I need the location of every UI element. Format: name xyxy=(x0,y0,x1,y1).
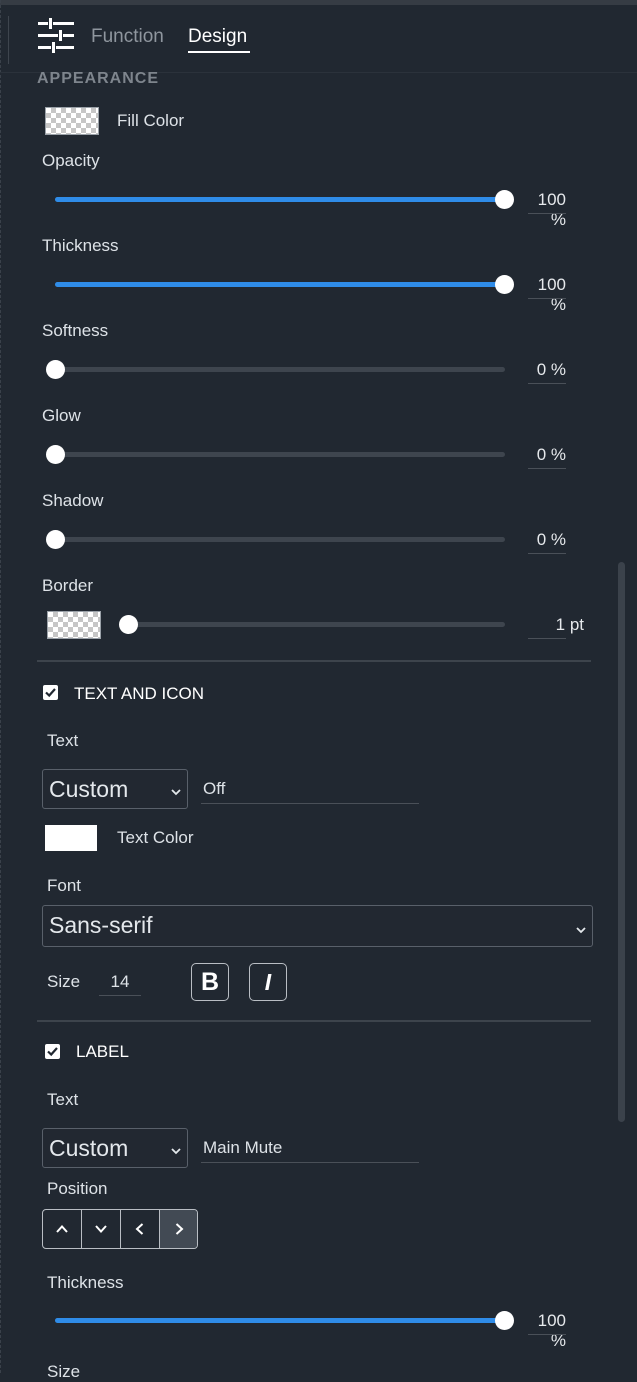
softness-slider[interactable] xyxy=(46,360,505,380)
font-label: Font xyxy=(47,876,82,895)
italic-button[interactable]: I xyxy=(249,963,287,1001)
position-up-button[interactable] xyxy=(43,1210,82,1248)
fill-color-label: Fill Color xyxy=(117,111,185,130)
size-input[interactable]: 14 xyxy=(99,972,141,992)
chevron-down-icon xyxy=(171,1141,181,1161)
softness-slider-thumb[interactable] xyxy=(46,360,65,379)
text-mode-select[interactable]: Custom xyxy=(42,769,188,809)
text-color-swatch[interactable] xyxy=(45,825,97,851)
label-thickness-value[interactable]: 100 % xyxy=(528,1311,566,1351)
softness-label: Softness xyxy=(42,321,109,340)
opacity-slider[interactable] xyxy=(55,190,514,210)
chevron-right-icon xyxy=(175,1223,184,1235)
sliders-icon[interactable] xyxy=(36,16,76,61)
text-color-label: Text Color xyxy=(117,828,194,847)
position-down-button[interactable] xyxy=(82,1210,121,1248)
section-divider xyxy=(37,660,591,662)
text-and-icon-title: TEXT AND ICON xyxy=(74,684,205,703)
label-text-mode-value: Custom xyxy=(49,1135,129,1161)
opacity-label: Opacity xyxy=(42,151,100,170)
border-value[interactable]: 1 pt xyxy=(546,615,584,635)
font-value: Sans-serif xyxy=(49,912,153,938)
border-label: Border xyxy=(42,576,94,595)
position-button-group xyxy=(42,1209,198,1249)
border-color-swatch[interactable] xyxy=(47,611,101,639)
label-thickness-label: Thickness xyxy=(47,1273,124,1292)
scrollbar[interactable] xyxy=(618,562,625,1122)
thickness-slider[interactable] xyxy=(55,275,514,295)
chevron-down-icon xyxy=(576,920,586,940)
glow-value[interactable]: 0 % xyxy=(528,445,566,465)
thickness-value[interactable]: 100 % xyxy=(528,275,566,315)
position-right-button[interactable] xyxy=(160,1210,197,1248)
label-thickness-slider-thumb[interactable] xyxy=(495,1311,514,1330)
tab-design-underline xyxy=(188,51,250,53)
label-thickness-slider[interactable] xyxy=(55,1311,514,1331)
tab-function[interactable]: Function xyxy=(91,26,164,48)
chevron-down-icon xyxy=(171,782,181,802)
chevron-down-icon xyxy=(95,1225,107,1233)
font-select[interactable]: Sans-serif xyxy=(42,905,593,947)
panel-left-border xyxy=(0,0,2,1373)
softness-value[interactable]: 0 % xyxy=(528,360,566,380)
shadow-slider-thumb[interactable] xyxy=(46,530,65,549)
glow-slider-thumb[interactable] xyxy=(46,445,65,464)
chevron-up-icon xyxy=(56,1225,68,1233)
chevron-left-icon xyxy=(135,1223,144,1235)
shadow-slider[interactable] xyxy=(46,530,505,550)
shadow-value[interactable]: 0 % xyxy=(528,530,566,550)
text-value-field[interactable]: Off xyxy=(203,779,225,799)
border-slider-thumb[interactable] xyxy=(119,615,138,634)
tab-design[interactable]: Design xyxy=(188,26,247,48)
glow-label: Glow xyxy=(42,406,81,425)
thickness-slider-thumb[interactable] xyxy=(495,275,514,294)
fill-color-swatch[interactable] xyxy=(45,107,99,135)
section-divider xyxy=(37,1020,591,1022)
label-text-mode-select[interactable]: Custom xyxy=(42,1128,188,1168)
text-and-icon-checkbox[interactable] xyxy=(43,685,58,700)
glow-slider[interactable] xyxy=(46,445,505,465)
position-label: Position xyxy=(47,1179,108,1198)
tab-separator xyxy=(8,16,9,64)
opacity-value[interactable]: 100 % xyxy=(528,190,566,230)
opacity-slider-thumb[interactable] xyxy=(495,190,514,209)
position-left-button[interactable] xyxy=(121,1210,160,1248)
appearance-header: APPEARANCE xyxy=(37,70,160,87)
text-mode-value: Custom xyxy=(49,776,129,802)
label-checkbox[interactable] xyxy=(45,1044,60,1059)
label-size-label: Size xyxy=(47,1362,81,1381)
label-text-value-field[interactable]: Main Mute xyxy=(203,1138,282,1158)
label-text-label: Text xyxy=(47,1090,79,1109)
thickness-label: Thickness xyxy=(42,236,119,255)
label-title: LABEL xyxy=(76,1042,129,1061)
size-label: Size xyxy=(47,972,81,991)
bold-button[interactable]: B xyxy=(191,963,229,1001)
top-bar xyxy=(0,0,637,5)
shadow-label: Shadow xyxy=(42,491,104,510)
border-slider[interactable] xyxy=(119,615,505,635)
text-label: Text xyxy=(47,731,79,750)
